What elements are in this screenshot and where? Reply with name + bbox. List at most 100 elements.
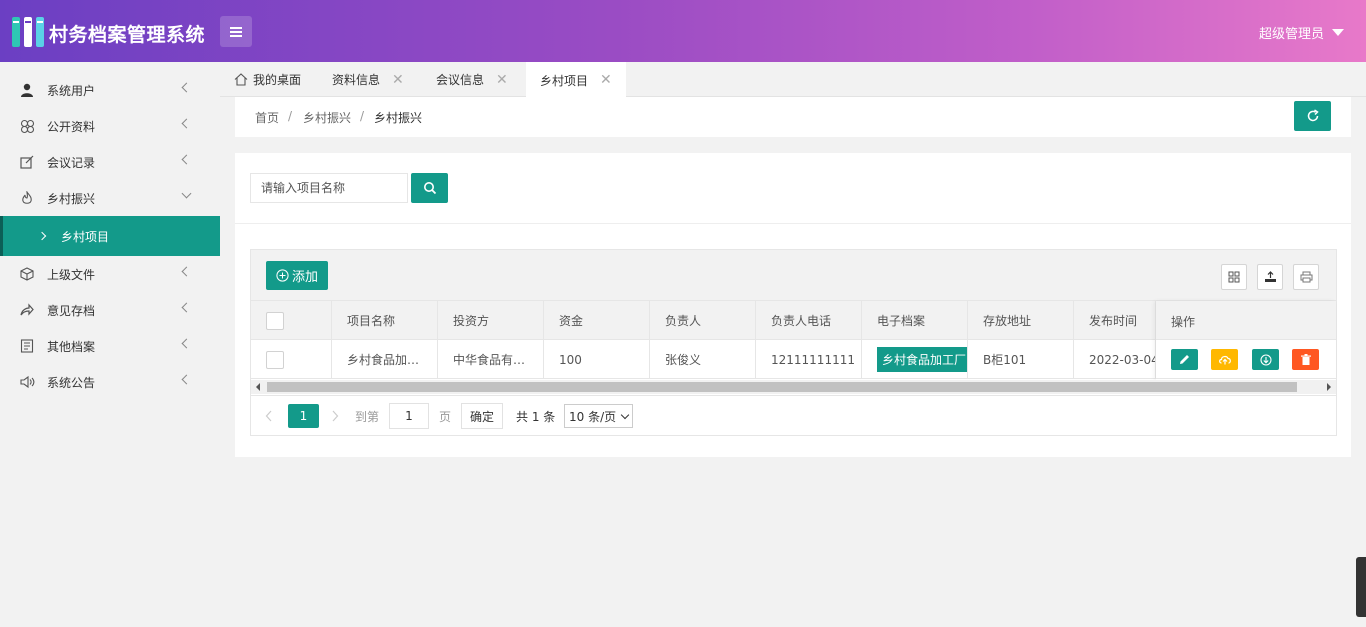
select-all-checkbox[interactable] [266, 311, 284, 330]
sidebar-item-other-archives[interactable]: 其他档案 [0, 328, 220, 364]
sidebar-item-system-announcements[interactable]: 系统公告 [0, 364, 220, 400]
electronic-file-link[interactable]: 乡村食品加工厂 [877, 347, 967, 372]
cell-fund: 100 [544, 340, 650, 379]
column-header[interactable]: 投资方 [438, 301, 544, 340]
chevron-left-icon [181, 82, 192, 93]
print-button[interactable] [1293, 264, 1319, 290]
sidebar-item-label: 意见存档 [47, 303, 96, 318]
list-icon [19, 338, 35, 354]
tab-label: 会议信息 [436, 73, 485, 87]
columns-filter-button[interactable] [1221, 264, 1247, 290]
horizontal-scrollbar[interactable] [251, 380, 1336, 394]
plus-circle-icon [276, 269, 289, 282]
add-button[interactable]: 添加 [266, 261, 328, 290]
goto-label: 到第 [355, 409, 380, 424]
cell-published: 2022-03-04. [1074, 340, 1156, 379]
goto-confirm-button[interactable]: 确定 [461, 403, 504, 429]
user-icon [19, 82, 35, 98]
scrollbar-thumb[interactable] [267, 382, 1297, 392]
goto-input-wrap [389, 403, 429, 429]
column-header[interactable]: 项目名称 [332, 301, 438, 340]
breadcrumb-item[interactable]: 乡村振兴 [303, 109, 351, 126]
download-circle-icon [1259, 353, 1272, 366]
tab-label: 资料信息 [332, 73, 381, 87]
sidebar-item-label: 上级文件 [47, 267, 96, 282]
column-header: 操作 [1171, 315, 1196, 329]
chevron-left-icon [181, 338, 192, 349]
table-toolbar: 添加 [251, 250, 1336, 301]
trash-icon [1300, 354, 1311, 365]
tab-data-info[interactable]: 资料信息 ✕ [332, 62, 404, 97]
fire-icon [19, 190, 35, 206]
tab-meeting-info[interactable]: 会议信息 ✕ [436, 62, 508, 97]
refresh-icon [1307, 109, 1319, 122]
confirm-wrap: 确定 [461, 403, 504, 429]
sidebar-item-meeting-records[interactable]: 会议记录 [0, 144, 220, 180]
tab-rural-projects[interactable]: 乡村项目 ✕ [526, 62, 626, 98]
search-input[interactable] [250, 173, 408, 203]
user-menu[interactable]: 超级管理员 [1259, 23, 1344, 42]
column-header[interactable]: 负责人 [650, 301, 756, 340]
sidebar: 系统用户 公开资料 会议记录 乡村振兴 乡村项目 上级文件 意见存档 其他档案 … [0, 62, 220, 627]
caret-down-icon [1332, 29, 1344, 36]
tab-label: 乡村项目 [540, 73, 589, 88]
breadcrumb-item[interactable]: 首页 [255, 109, 279, 126]
sidebar-toggle-button[interactable] [220, 16, 252, 47]
chevron-down-icon [181, 188, 192, 199]
refresh-button[interactable] [1294, 101, 1331, 131]
sidebar-item-label: 会议记录 [47, 155, 96, 170]
sidebar-item-label: 其他档案 [47, 339, 96, 354]
export-button[interactable] [1257, 264, 1283, 290]
floating-side-widget[interactable] [1356, 557, 1366, 617]
operations-column: 操作 [1156, 301, 1336, 380]
page-size-select[interactable]: 10 条/页 [564, 404, 634, 428]
row-checkbox[interactable] [266, 350, 284, 369]
sidebar-item-system-users[interactable]: 系统用户 [0, 72, 220, 108]
main-panel: 添加 项目名称 投资方 资金 负责人 负责人电话 电子档案 存放地址 [235, 153, 1351, 457]
edit-icon [19, 154, 35, 170]
close-icon[interactable]: ✕ [600, 72, 612, 88]
cell-location: B柜101 [968, 340, 1074, 379]
column-header[interactable]: 发布时间 [1074, 301, 1156, 340]
column-header[interactable]: 资金 [544, 301, 650, 340]
home-icon [234, 73, 248, 86]
prev-page-button[interactable] [265, 404, 273, 428]
app-title: 村务档案管理系统 [49, 24, 206, 46]
breadcrumb: 首页 / 乡村振兴 / 乡村振兴 [235, 97, 1351, 137]
upload-button[interactable] [1211, 349, 1238, 370]
sidebar-item-public-data[interactable]: 公开资料 [0, 108, 220, 144]
column-header[interactable]: 负责人电话 [756, 301, 862, 340]
page-size-value: 10 条/页 [569, 409, 617, 424]
sidebar-item-superior-documents[interactable]: 上级文件 [0, 256, 220, 292]
top-header: 村务档案管理系统 超级管理员 [0, 0, 1366, 62]
search-button[interactable] [411, 173, 448, 203]
close-icon[interactable]: ✕ [392, 72, 404, 88]
chevron-right-icon [37, 231, 47, 241]
row-checkbox-cell [251, 340, 332, 379]
chevron-left-icon [181, 118, 192, 129]
column-header[interactable]: 存放地址 [968, 301, 1074, 340]
scroll-right-icon[interactable] [1327, 383, 1331, 391]
cell-phone: 12111111111 [756, 340, 862, 379]
download-button[interactable] [1252, 349, 1279, 370]
tab-my-desktop[interactable]: 我的桌面 [234, 62, 301, 97]
column-header[interactable]: 电子档案 [862, 301, 968, 340]
close-icon[interactable]: ✕ [496, 72, 508, 88]
clover-icon [19, 118, 35, 134]
breadcrumb-item: 乡村振兴 [374, 111, 423, 125]
cell-project-name: 乡村食品加… [332, 340, 438, 379]
chevron-left-icon [181, 302, 192, 313]
header-checkbox-cell [251, 301, 332, 340]
page-suffix-label: 页 [439, 409, 452, 424]
sidebar-item-opinion-archive[interactable]: 意见存档 [0, 292, 220, 328]
sidebar-item-rural-revitalization[interactable]: 乡村振兴 [0, 180, 220, 216]
goto-page-input[interactable] [389, 403, 429, 429]
next-page-button[interactable] [331, 404, 339, 428]
chevron-left-icon [181, 266, 192, 277]
scroll-left-icon[interactable] [256, 383, 260, 391]
edit-button[interactable] [1171, 349, 1198, 370]
page-size-wrap: 10 条/页 [564, 404, 634, 428]
page-number-current[interactable]: 1 [288, 404, 319, 428]
delete-button[interactable] [1292, 349, 1319, 370]
sidebar-subitem-rural-projects[interactable]: 乡村项目 [0, 216, 220, 256]
